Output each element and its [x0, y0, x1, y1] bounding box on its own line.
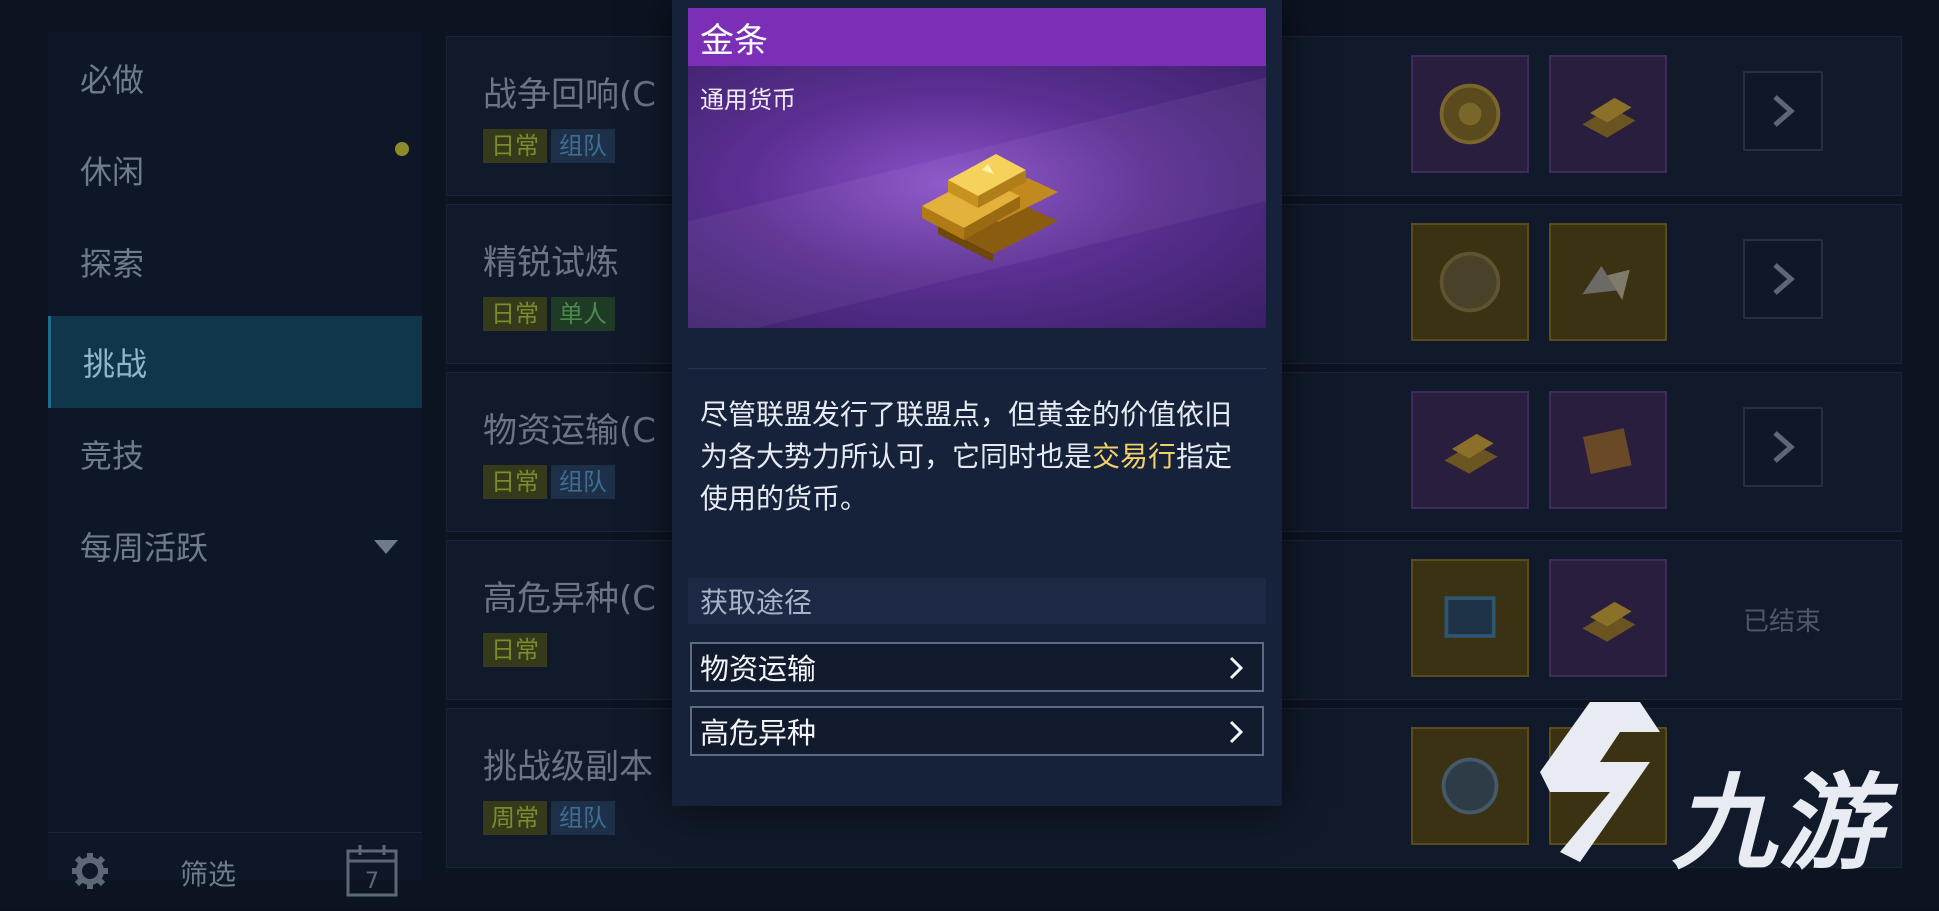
filter-bar: 筛选 7 [48, 832, 422, 911]
category-sidebar: 必做 休闲 探索 挑战 竞技 每周活跃 筛选 7 [48, 32, 422, 897]
gear-icon[interactable] [70, 851, 110, 891]
tag-daily: 日常 [483, 465, 547, 499]
reward-slot[interactable] [1549, 223, 1667, 341]
gear-orb-icon [1441, 757, 1499, 815]
chevron-down-icon [374, 540, 398, 554]
calendar-day: 7 [365, 869, 379, 894]
activity-title: 战争回响(C [483, 75, 657, 115]
sidebar-item-label: 探索 [80, 245, 145, 283]
item-type: 通用货币 [700, 86, 796, 114]
trading-house-link: 交易行 [1092, 440, 1177, 473]
sidebar-item-explore[interactable]: 探索 [48, 216, 422, 308]
sidebar-item-label: 每周活跃 [80, 529, 209, 567]
gold-bar-icon [922, 154, 1058, 262]
reward-slot[interactable] [1411, 391, 1529, 509]
puzzle-piece-icon [1582, 428, 1632, 474]
coin-icon [1439, 83, 1501, 145]
sidebar-item-label: 挑战 [83, 345, 148, 383]
sidebar-item-label: 必做 [80, 61, 145, 99]
calendar-icon[interactable]: 7 [344, 843, 400, 899]
chevron-right-icon [1229, 656, 1244, 680]
go-button[interactable] [1743, 239, 1823, 319]
sidebar-item-competitive[interactable]: 竞技 [48, 408, 422, 500]
crystal-icon [1582, 265, 1630, 300]
obtain-source-high-risk-species[interactable]: 高危异种 [690, 706, 1264, 756]
reward-slot[interactable] [1411, 727, 1529, 845]
activity-title: 挑战级副本 [483, 747, 653, 787]
reward-slot[interactable] [1549, 559, 1667, 677]
reward-slot[interactable] [1549, 391, 1667, 509]
tag-daily: 日常 [483, 129, 547, 163]
reward-slot[interactable] [1549, 55, 1667, 173]
obtain-source-label: 高危异种 [700, 716, 817, 750]
tag-team: 组队 [551, 801, 615, 835]
tag-daily: 日常 [483, 633, 547, 667]
chevron-right-icon [1773, 431, 1795, 463]
status-ended: 已结束 [1743, 607, 1822, 637]
tag-team: 组队 [551, 465, 615, 499]
item-detail-popup: 金条 通用货币 尽管联盟发行了联盟点，但黄金的价值依旧为各大势力所认可，它同时也… [672, 0, 1282, 806]
sidebar-item-label: 休闲 [80, 153, 145, 191]
go-button[interactable] [1743, 407, 1823, 487]
tag-daily: 日常 [483, 297, 547, 331]
item-banner: 通用货币 [688, 66, 1266, 328]
obtain-source-label: 物资运输 [700, 652, 817, 686]
notification-dot [395, 142, 409, 156]
gold-bar-icon [1582, 601, 1636, 642]
activity-title: 物资运输(C [483, 411, 657, 451]
watermark-text: 九游 [1672, 762, 1885, 884]
chevron-right-icon [1773, 95, 1795, 127]
tag-solo: 单人 [551, 297, 615, 331]
reward-slot[interactable] [1411, 223, 1529, 341]
chevron-right-icon [1229, 720, 1244, 744]
reward-slot[interactable] [1411, 559, 1529, 677]
chevron-right-icon [1773, 263, 1795, 295]
orb-icon [1439, 251, 1501, 313]
obtain-source-supply-transport[interactable]: 物资运输 [690, 642, 1264, 692]
tag-weekly: 周常 [483, 801, 547, 835]
activity-title: 高危异种(C [483, 579, 657, 619]
sidebar-item-label: 竞技 [80, 437, 145, 475]
sidebar-item-leisure[interactable]: 休闲 [48, 124, 422, 216]
tag-team: 组队 [551, 129, 615, 163]
reward-slot[interactable] [1411, 55, 1529, 173]
sidebar-item-challenge[interactable]: 挑战 [48, 316, 422, 408]
chip-icon [1444, 596, 1496, 638]
obtain-section-header: 获取途径 [688, 578, 1266, 624]
item-description: 尽管联盟发行了联盟点，但黄金的价值依旧为各大势力所认可，它同时也是交易行指定使用… [700, 394, 1256, 520]
filter-button[interactable]: 筛选 [180, 853, 236, 893]
sidebar-item-must-do[interactable]: 必做 [48, 32, 422, 124]
watermark-logo-icon [1540, 702, 1660, 862]
activity-title: 精锐试炼 [483, 243, 619, 283]
sidebar-item-weekly-active[interactable]: 每周活跃 [48, 500, 422, 592]
gold-bar-icon [1582, 97, 1636, 138]
gold-bar-icon [1444, 433, 1498, 474]
divider [688, 368, 1266, 369]
item-name: 金条 [688, 8, 1266, 66]
go-button[interactable] [1743, 71, 1823, 151]
